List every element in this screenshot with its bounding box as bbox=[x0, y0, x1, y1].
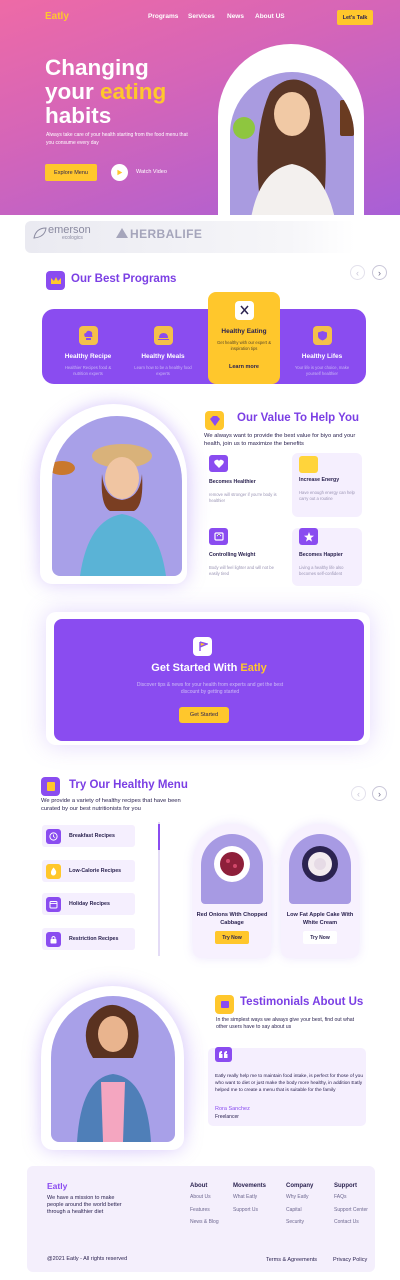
footer-logo[interactable]: Eatly bbox=[47, 1181, 67, 1191]
learn-more-link[interactable]: Learn more bbox=[208, 364, 280, 370]
menu-description: We provide a variety of healthy recipes … bbox=[41, 798, 181, 812]
plate-icon bbox=[302, 846, 338, 882]
footer-col-movements-title: Movements bbox=[233, 1183, 267, 1189]
value-card-weight: Controlling Weight Body will feel lighte… bbox=[209, 528, 279, 588]
menu-category-holiday[interactable]: Holiday Recipes bbox=[42, 893, 135, 915]
get-started-title: Get Started With Eatly bbox=[151, 662, 267, 674]
footer-copyright: @2021 Eatly - All rights reserved bbox=[47, 1256, 128, 1262]
footer-link[interactable]: Features bbox=[190, 1207, 210, 1213]
chef-hat-icon bbox=[78, 326, 98, 345]
menu-book-icon bbox=[41, 777, 60, 796]
values-photo bbox=[52, 416, 182, 576]
clock-icon bbox=[46, 828, 61, 844]
quote-icon bbox=[215, 1047, 232, 1062]
testimonial-quote: Eatly really help me to maintain food in… bbox=[215, 1074, 363, 1093]
testimonials-description: In the simplest ways we always give your… bbox=[216, 1017, 355, 1030]
menu-scroll-thumb[interactable] bbox=[158, 824, 160, 850]
try-now-button[interactable]: Try Now bbox=[303, 931, 337, 944]
value-card-healthier: Becomes Healthier remove will stronger i… bbox=[209, 455, 279, 515]
menu-category-low-calorie[interactable]: Low-Calorie Recipes bbox=[42, 860, 135, 882]
cloche-icon bbox=[153, 326, 173, 345]
star-icon bbox=[299, 528, 318, 545]
footer-col-support-title: Support bbox=[334, 1183, 357, 1189]
terms-link[interactable]: Terms & Agreements bbox=[266, 1257, 317, 1263]
program-healthy-eating[interactable]: Healthy Eating Get healthy with our expe… bbox=[208, 292, 280, 384]
program-healthy-lifes[interactable]: Healthy Lifes Your life is your choice, … bbox=[290, 326, 354, 377]
footer-link[interactable]: Capital bbox=[286, 1207, 302, 1213]
scale-icon bbox=[209, 528, 228, 545]
footer-link[interactable]: FAQs bbox=[334, 1194, 347, 1200]
nav-programs[interactable]: Programs bbox=[148, 13, 178, 20]
footer-col-company-title: Company bbox=[286, 1183, 314, 1189]
crown-icon bbox=[46, 271, 65, 290]
hero-subtitle: Always take care of your health starting… bbox=[46, 132, 188, 146]
menu-category-restriction[interactable]: Restriction Recipes bbox=[42, 928, 135, 950]
shield-heart-icon bbox=[312, 326, 332, 345]
calendar-icon bbox=[46, 896, 61, 912]
footer-link[interactable]: Why Eatly bbox=[286, 1194, 309, 1200]
value-card-energy: Increase Energy Have enough energy can h… bbox=[292, 453, 362, 517]
dish-card-apple-cake[interactable]: Low Fat Apple Cake With White Cream Try … bbox=[281, 824, 359, 958]
footer-col-about-title: About bbox=[190, 1183, 208, 1189]
hero-title: Changing your eating habits bbox=[45, 55, 167, 128]
diamond-icon bbox=[205, 411, 224, 430]
testimonial-photo bbox=[51, 996, 175, 1142]
get-started-button[interactable]: Get Started bbox=[179, 707, 229, 723]
lightning-icon bbox=[299, 456, 318, 473]
dish-image bbox=[289, 834, 351, 904]
flag-icon bbox=[193, 637, 212, 656]
values-title: Our Value To Help You bbox=[237, 412, 360, 424]
flame-icon bbox=[46, 863, 61, 879]
get-started-subtitle: Discover tips & news for your health fro… bbox=[136, 682, 284, 695]
values-description: We always want to provide the best value… bbox=[204, 433, 356, 447]
brand-emerson-sub: ecologics bbox=[62, 235, 83, 241]
leaf-icon bbox=[33, 227, 47, 239]
happy-woman-illustration bbox=[77, 1004, 151, 1142]
hero-section: Eatly Programs Services News About US Le… bbox=[0, 0, 400, 215]
menu-title: Try Our Healthy Menu bbox=[69, 779, 188, 791]
footer-link[interactable]: Security bbox=[286, 1219, 304, 1225]
nav-about[interactable]: About US bbox=[255, 13, 285, 20]
footer-link[interactable]: About Us bbox=[190, 1194, 211, 1200]
nav-services[interactable]: Services bbox=[188, 13, 215, 20]
footer-link[interactable]: Contact Us bbox=[334, 1219, 359, 1225]
play-icon[interactable] bbox=[111, 164, 128, 181]
dish-image bbox=[201, 834, 263, 904]
value-card-happier: Becomes Happier Living a healthy life al… bbox=[292, 528, 362, 586]
heart-icon bbox=[209, 455, 228, 472]
footer-link[interactable]: News & Blog bbox=[190, 1219, 219, 1225]
testimonial-author: Rora Sanchez bbox=[215, 1106, 250, 1112]
menu-prev-icon[interactable]: ‹ bbox=[351, 786, 366, 801]
herbalife-leaf-icon bbox=[116, 228, 128, 238]
watch-video-link[interactable]: Watch Video bbox=[136, 169, 167, 175]
menu-category-breakfast[interactable]: Breakfast Recipes bbox=[42, 825, 135, 847]
program-healthy-meals[interactable]: Healthy Meals Learn how to be a healthy … bbox=[133, 326, 193, 377]
program-healthy-recipe[interactable]: Healthy Recipe Healthier Recipes food & … bbox=[58, 326, 118, 377]
testimonial-badge-icon bbox=[215, 995, 234, 1014]
fork-knife-icon bbox=[234, 301, 254, 320]
woman-with-apple-illustration bbox=[233, 79, 354, 215]
hero-photo bbox=[230, 72, 354, 215]
testimonials-title: Testimonials About Us bbox=[240, 996, 364, 1008]
lock-icon bbox=[46, 931, 61, 947]
dish-card-red-onions[interactable]: Red Onions With Chopped Cabbage Try Now bbox=[193, 824, 271, 958]
brand-herbalife: HERBALIFE bbox=[130, 227, 203, 241]
lets-talk-button[interactable]: Let's Talk bbox=[337, 10, 373, 25]
woman-with-croissant-illustration bbox=[52, 444, 166, 576]
programs-next-icon[interactable]: › bbox=[372, 265, 387, 280]
nav-news[interactable]: News bbox=[227, 13, 244, 20]
explore-menu-button[interactable]: Explore Menu bbox=[45, 164, 97, 181]
programs-title: Our Best Programs bbox=[71, 273, 177, 285]
testimonial-role: Freelancer bbox=[215, 1114, 239, 1120]
try-now-button[interactable]: Try Now bbox=[215, 931, 249, 944]
footer-link[interactable]: Support Center bbox=[334, 1207, 368, 1213]
plate-icon bbox=[214, 846, 250, 882]
privacy-link[interactable]: Privacy Policy bbox=[333, 1257, 367, 1263]
menu-next-icon[interactable]: › bbox=[372, 786, 387, 801]
logo[interactable]: Eatly bbox=[45, 11, 69, 22]
footer-link[interactable]: Support Us bbox=[233, 1207, 258, 1213]
footer-link[interactable]: What Eatly bbox=[233, 1194, 257, 1200]
footer-mission: We have a mission to make people around … bbox=[47, 1195, 122, 1215]
programs-prev-icon[interactable]: ‹ bbox=[350, 265, 365, 280]
